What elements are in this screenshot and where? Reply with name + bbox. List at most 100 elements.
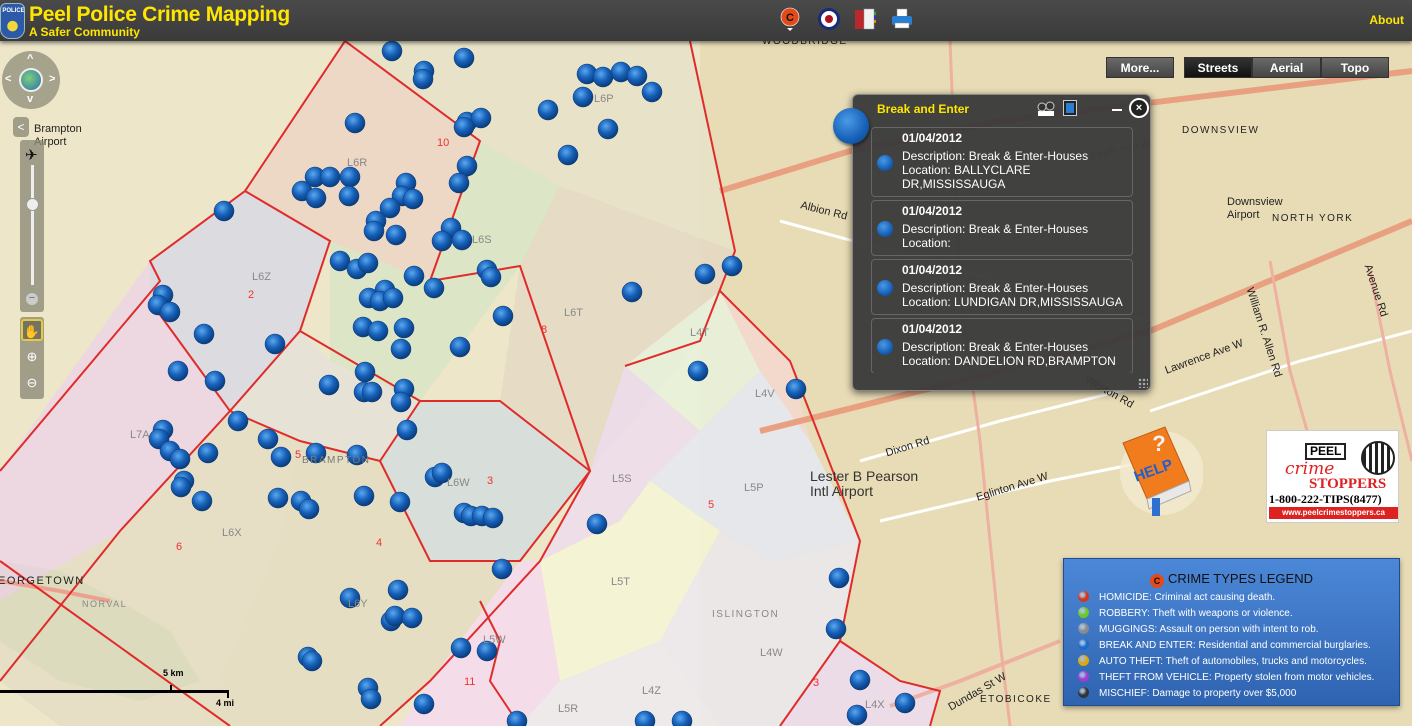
incident-marker[interactable] [159, 301, 181, 323]
incident-marker[interactable] [626, 65, 648, 87]
incident-marker[interactable] [687, 360, 709, 382]
incident-marker[interactable] [227, 410, 249, 432]
incident-marker[interactable] [825, 618, 847, 640]
pan-hand-icon[interactable]: ✋ [21, 319, 43, 341]
selected-incident-marker[interactable] [833, 108, 869, 144]
incident-marker[interactable] [354, 361, 376, 383]
incident-marker[interactable] [363, 220, 385, 242]
incident-marker[interactable] [453, 116, 475, 138]
incident-marker[interactable] [401, 607, 423, 629]
incident-marker[interactable] [597, 118, 619, 140]
incident-marker[interactable] [390, 338, 412, 360]
incident-marker[interactable] [360, 688, 382, 710]
incident-marker[interactable] [396, 419, 418, 441]
incident-marker[interactable] [353, 485, 375, 507]
crime-stoppers-ad[interactable]: PEEL crime STOPPERS 1-800-222-TIPS(8477)… [1266, 430, 1399, 523]
incident-marker[interactable] [894, 692, 916, 714]
incident-marker[interactable] [197, 442, 219, 464]
more-basemaps-button[interactable]: More... [1106, 57, 1174, 78]
incident-marker[interactable] [413, 693, 435, 715]
incident-marker[interactable] [385, 224, 407, 246]
incident-list-item[interactable]: 01/04/2012 Description: Break & Enter-Hou… [871, 127, 1133, 197]
incident-list-item[interactable]: 01/04/2012 Description: Break & Enter-Hou… [871, 200, 1133, 256]
basemap-topo-button[interactable]: Topo [1321, 57, 1389, 78]
incident-marker[interactable] [641, 81, 663, 103]
incident-marker[interactable] [298, 498, 320, 520]
incident-marker[interactable] [393, 317, 415, 339]
pan-right-icon[interactable]: > [49, 73, 55, 85]
incident-marker[interactable] [402, 188, 424, 210]
zoom-slider[interactable]: ✈ − [20, 140, 44, 312]
incident-marker[interactable] [267, 487, 289, 509]
close-icon[interactable]: × [1129, 98, 1149, 118]
pan-up-icon[interactable]: ^ [27, 53, 33, 65]
zoom-out-tool-icon[interactable]: ⊖ [21, 372, 43, 394]
incident-marker[interactable] [319, 166, 341, 188]
incident-marker[interactable] [403, 265, 425, 287]
basemap-streets-button[interactable]: Streets [1184, 57, 1252, 78]
incident-marker[interactable] [423, 277, 445, 299]
pan-left-icon[interactable]: < [5, 73, 11, 85]
pan-control[interactable]: ^ < > v [2, 51, 60, 109]
report-book-icon[interactable] [853, 7, 877, 31]
incident-marker[interactable] [449, 336, 471, 358]
incident-marker[interactable] [557, 144, 579, 166]
pan-down-icon[interactable]: v [27, 93, 33, 105]
incident-marker[interactable] [357, 252, 379, 274]
incident-marker[interactable] [431, 230, 453, 252]
incident-marker[interactable] [169, 448, 191, 470]
incident-marker[interactable] [213, 200, 235, 222]
zoom-in-tool-icon[interactable]: ⊕ [21, 346, 43, 368]
incident-marker[interactable] [785, 378, 807, 400]
incident-marker[interactable] [450, 637, 472, 659]
incident-marker[interactable] [344, 112, 366, 134]
incident-marker[interactable] [586, 513, 608, 535]
resize-grip-icon[interactable] [1138, 378, 1148, 388]
incident-marker[interactable] [537, 99, 559, 121]
minimize-icon[interactable] [1112, 103, 1122, 113]
incident-marker[interactable] [367, 320, 389, 342]
incident-marker[interactable] [480, 266, 502, 288]
help-book-button[interactable]: HELP ? [1117, 413, 1203, 521]
zoom-out-icon[interactable]: − [26, 293, 38, 305]
incident-marker[interactable] [264, 333, 286, 355]
basemap-aerial-button[interactable]: Aerial [1252, 57, 1321, 78]
incident-marker[interactable] [339, 166, 361, 188]
incident-marker[interactable] [361, 381, 383, 403]
trash-icon[interactable] [1063, 100, 1077, 116]
incident-marker[interactable] [389, 491, 411, 513]
crime-type-icon[interactable]: C [778, 7, 802, 31]
incident-marker[interactable] [390, 391, 412, 413]
incident-marker[interactable] [828, 567, 850, 589]
incident-marker[interactable] [191, 490, 213, 512]
incident-marker[interactable] [448, 172, 470, 194]
zoom-thumb[interactable] [26, 198, 39, 211]
previous-extent-button[interactable]: < [13, 117, 29, 137]
incident-marker[interactable] [592, 66, 614, 88]
incident-marker[interactable] [621, 281, 643, 303]
incident-marker[interactable] [305, 187, 327, 209]
zoom-to-binoculars-icon[interactable] [1037, 100, 1055, 116]
incident-list-item[interactable]: 01/04/2012 Description: Break & Enter-Hou… [871, 318, 1133, 373]
incident-marker[interactable] [721, 255, 743, 277]
incident-marker[interactable] [270, 446, 292, 468]
incident-marker[interactable] [318, 374, 340, 396]
incident-marker[interactable] [204, 370, 226, 392]
target-icon[interactable] [817, 7, 841, 31]
incident-marker[interactable] [381, 41, 403, 62]
incident-marker[interactable] [694, 263, 716, 285]
incident-marker[interactable] [387, 579, 409, 601]
printer-icon[interactable] [890, 7, 914, 31]
incident-list[interactable]: 01/04/2012 Description: Break & Enter-Hou… [871, 127, 1133, 373]
incident-marker[interactable] [412, 68, 434, 90]
incident-marker[interactable] [451, 229, 473, 251]
incident-list-item[interactable]: 01/04/2012 Description: Break & Enter-Hou… [871, 259, 1133, 315]
incident-marker[interactable] [453, 47, 475, 69]
cs-website-link[interactable]: www.peelcrimestoppers.ca [1269, 507, 1398, 519]
incident-marker[interactable] [846, 704, 868, 726]
incident-marker[interactable] [193, 323, 215, 345]
incident-marker[interactable] [167, 360, 189, 382]
incident-marker[interactable] [170, 476, 192, 498]
zoom-track[interactable] [31, 165, 34, 285]
about-link[interactable]: About [1369, 13, 1404, 27]
